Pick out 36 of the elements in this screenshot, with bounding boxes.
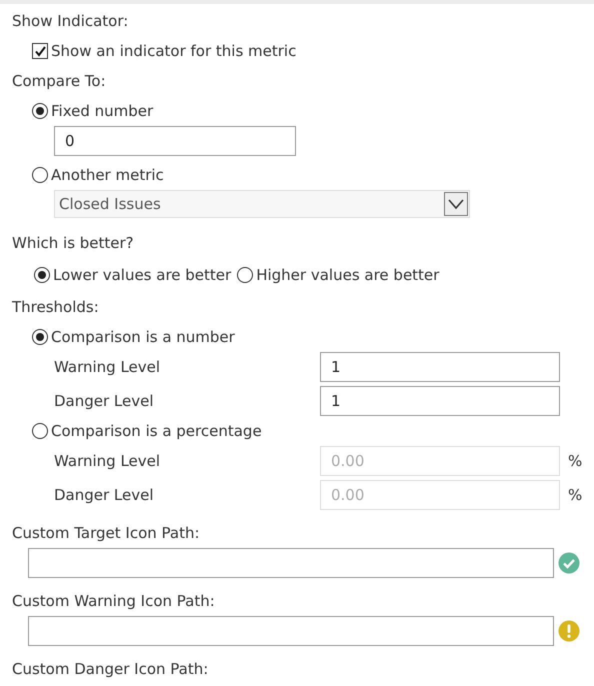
field-label: Danger Level: [54, 486, 154, 504]
compare-option[interactable]: Fixed number: [32, 102, 154, 120]
metric-dropdown[interactable]: Closed Issues: [54, 190, 470, 218]
threshold-mode-option[interactable]: Comparison is a percentage: [32, 422, 262, 440]
threshold-mode-option[interactable]: Comparison is a number: [32, 328, 235, 346]
unit-label: %: [568, 486, 582, 504]
field-label: Custom Warning Icon Path:: [12, 591, 215, 612]
icon-path-field[interactable]: [28, 548, 554, 578]
field-label: Custom Target Icon Path:: [12, 523, 200, 544]
radio-button[interactable]: [34, 267, 50, 283]
radio-button[interactable]: [32, 167, 48, 183]
level-field[interactable]: 1: [320, 352, 560, 382]
section-label: Thresholds:: [12, 297, 99, 318]
section-label: Compare To:: [12, 71, 106, 92]
field-label: Warning Level: [54, 452, 160, 470]
better-option[interactable]: Lower values are better: [34, 266, 232, 284]
compare-option[interactable]: Another metric: [32, 166, 164, 184]
checkbox[interactable]: [32, 43, 48, 59]
better-option[interactable]: Higher values are better: [237, 266, 440, 284]
show-indicator-checkbox[interactable]: Show an indicator for this metric: [32, 42, 296, 60]
icon-path-field[interactable]: [28, 616, 554, 646]
radio-button[interactable]: [32, 423, 48, 439]
field-label: Warning Level: [54, 358, 160, 376]
radio-button[interactable]: [32, 329, 48, 345]
checkmark-icon: [558, 552, 580, 574]
dropdown-caret-icon[interactable]: [444, 192, 468, 216]
fixed-number-field[interactable]: 0: [54, 126, 296, 156]
radio-button[interactable]: [32, 103, 48, 119]
field-label: Danger Level: [54, 392, 154, 410]
field-label: Custom Danger Icon Path:: [12, 659, 208, 680]
section-label: Show Indicator:: [12, 11, 128, 32]
radio-button[interactable]: [237, 267, 254, 283]
unit-label: %: [568, 452, 582, 470]
warning-icon: [558, 620, 580, 642]
section-label: Which is better?: [12, 233, 134, 254]
level-field[interactable]: 1: [320, 386, 560, 416]
